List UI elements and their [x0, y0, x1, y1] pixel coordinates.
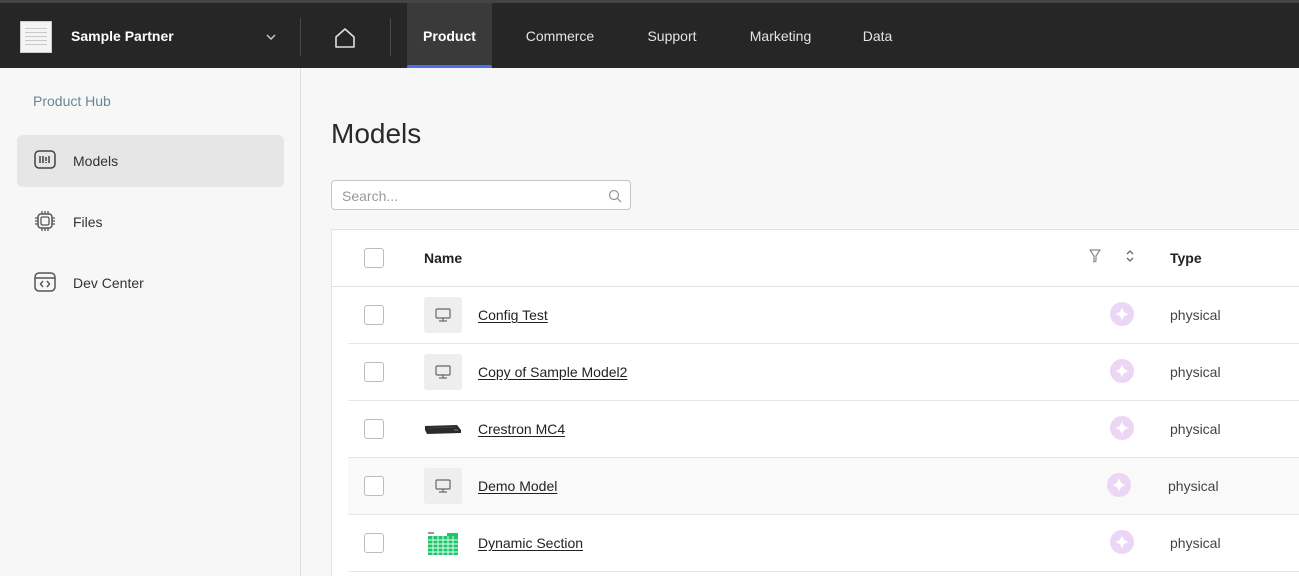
code-window-icon: [34, 272, 56, 292]
search-icon[interactable]: [608, 189, 622, 203]
sidebar-item-label: Dev Center: [73, 275, 144, 291]
partner-logo: [20, 21, 52, 53]
model-thumbnail: [424, 411, 462, 447]
tab-marketing[interactable]: Marketing: [733, 3, 828, 68]
sidebar: Product Hub Models Files Dev Center: [0, 68, 301, 576]
table-row[interactable]: Config Test physical: [348, 287, 1299, 344]
sparkle-icon[interactable]: [1110, 416, 1134, 440]
model-type: physical: [1168, 478, 1219, 494]
row-checkbox[interactable]: [364, 476, 384, 496]
page-title: Models: [331, 118, 422, 149]
model-type: physical: [1170, 535, 1221, 551]
sidebar-item-label: Files: [73, 214, 103, 230]
model-thumbnail: [424, 525, 462, 561]
column-header-type[interactable]: Type: [1170, 250, 1202, 266]
row-checkbox[interactable]: [364, 533, 384, 553]
model-name-link[interactable]: Copy of Sample Model2: [478, 364, 627, 380]
models-icon: [34, 150, 56, 169]
table-header: Name Type: [332, 230, 1299, 287]
tab-product[interactable]: Product: [407, 3, 492, 69]
sparkle-icon[interactable]: [1110, 530, 1134, 554]
sort-icon[interactable]: [1124, 248, 1136, 264]
monitor-placeholder-icon: [435, 479, 451, 493]
search-box: [331, 180, 631, 210]
filter-icon[interactable]: [1088, 248, 1102, 264]
top-navigation-bar: Sample Partner Product Commerce Support …: [0, 0, 1299, 69]
sidebar-title: Product Hub: [33, 93, 111, 109]
row-checkbox[interactable]: [364, 305, 384, 325]
chevron-down-icon[interactable]: [265, 31, 277, 43]
device-photo: [425, 425, 461, 434]
row-checkbox[interactable]: [364, 362, 384, 382]
table-row[interactable]: Copy of Sample Model2 physical: [348, 344, 1299, 401]
model-thumbnail: [424, 354, 462, 390]
model-thumbnail: [424, 297, 462, 333]
sparkle-icon[interactable]: [1110, 359, 1134, 383]
model-type: physical: [1170, 364, 1221, 380]
table-row[interactable]: Demo Model physical: [348, 458, 1299, 515]
divider: [390, 18, 391, 56]
home-icon: [335, 28, 355, 48]
row-checkbox[interactable]: [364, 419, 384, 439]
sidebar-item-label: Models: [73, 153, 119, 169]
tab-support[interactable]: Support: [630, 3, 714, 68]
model-thumbnail: [424, 468, 462, 504]
sidebar-item-files[interactable]: Files: [17, 196, 284, 248]
divider: [300, 18, 301, 56]
table-row[interactable]: Crestron MC4 physical: [348, 401, 1299, 458]
model-type: physical: [1170, 421, 1221, 437]
model-name-link[interactable]: Demo Model: [478, 478, 557, 494]
model-type: physical: [1170, 307, 1221, 323]
partner-name[interactable]: Sample Partner: [71, 28, 174, 44]
search-input[interactable]: [342, 187, 602, 205]
sidebar-item-dev-center[interactable]: Dev Center: [17, 257, 284, 309]
tab-data[interactable]: Data: [850, 3, 905, 68]
monitor-placeholder-icon: [435, 365, 451, 379]
monitor-placeholder-icon: [435, 308, 451, 322]
table-row[interactable]: Dynamic Section physical: [348, 515, 1299, 572]
sparkle-icon[interactable]: [1107, 473, 1131, 497]
main-content: Models Name Type: [301, 68, 1299, 576]
column-header-name[interactable]: Name: [424, 250, 462, 266]
model-name-link[interactable]: Crestron MC4: [478, 421, 565, 437]
sparkle-icon[interactable]: [1110, 302, 1134, 326]
home-button[interactable]: [330, 23, 360, 53]
tab-commerce[interactable]: Commerce: [510, 3, 610, 68]
select-all-checkbox[interactable]: [364, 248, 384, 268]
models-table: Name Type Config Test physical Copy of S…: [331, 229, 1299, 576]
chip-icon: [35, 211, 55, 231]
model-name-link[interactable]: Config Test: [478, 307, 548, 323]
sidebar-item-models[interactable]: Models: [17, 135, 284, 187]
model-name-link[interactable]: Dynamic Section: [478, 535, 583, 551]
green-grid-image: [428, 532, 458, 555]
